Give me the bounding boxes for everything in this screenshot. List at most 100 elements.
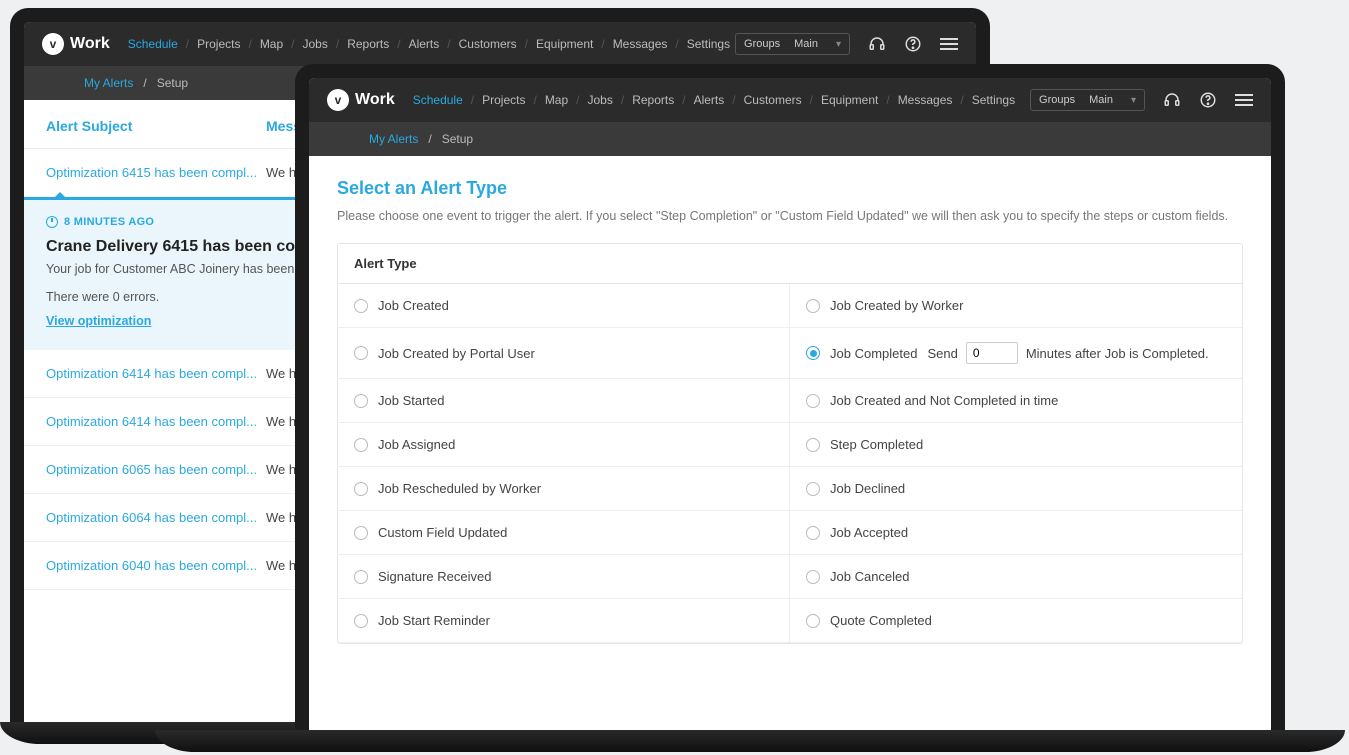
help-icon[interactable] (904, 35, 922, 53)
alert-type-option[interactable]: Job Assigned (338, 423, 790, 467)
alert-type-option[interactable]: Quote Completed (790, 599, 1242, 643)
crumb-my-alerts[interactable]: My Alerts (369, 132, 418, 146)
crumb-setup[interactable]: Setup (442, 132, 473, 146)
nav-projects[interactable]: Projects (482, 93, 525, 107)
radio-button[interactable] (806, 614, 820, 628)
radio-button[interactable] (806, 394, 820, 408)
radio-button[interactable] (354, 526, 368, 540)
nav-sep: / (802, 93, 821, 107)
alert-type-option[interactable]: Signature Received (338, 555, 790, 599)
nav-equipment[interactable]: Equipment (536, 37, 593, 51)
option-label: Step Completed (830, 437, 923, 452)
radio-button[interactable] (806, 482, 820, 496)
crumb-my-alerts[interactable]: My Alerts (84, 76, 133, 90)
alert-time-text: 8 MINUTES AGO (64, 216, 154, 228)
nav-reports[interactable]: Reports (632, 93, 674, 107)
help-icon[interactable] (1199, 91, 1217, 109)
navlinks-front: Schedule/Projects/Map/Jobs/Reports/Alert… (413, 93, 1015, 107)
nav-settings[interactable]: Settings (687, 37, 730, 51)
nav-sep: / (439, 37, 458, 51)
nav-settings[interactable]: Settings (972, 93, 1015, 107)
option-label: Quote Completed (830, 613, 932, 628)
nav-sep: / (593, 37, 612, 51)
radio-button[interactable] (806, 570, 820, 584)
option-label: Job Rescheduled by Worker (378, 481, 541, 496)
nav-customers[interactable]: Customers (744, 93, 802, 107)
nav-sep: / (613, 93, 632, 107)
option-label: Job Declined (830, 481, 905, 496)
menu-icon[interactable] (940, 35, 958, 53)
radio-button[interactable] (354, 438, 368, 452)
nav-alerts[interactable]: Alerts (694, 93, 725, 107)
radio-button[interactable] (806, 346, 820, 360)
radio-button[interactable] (354, 299, 368, 313)
group-label: Groups (744, 38, 780, 50)
nav-sep: / (517, 37, 536, 51)
group-select[interactable]: Groups Main ▾ (1030, 89, 1145, 111)
nav-jobs[interactable]: Jobs (588, 93, 613, 107)
alert-type-option[interactable]: Job Created by Worker (790, 284, 1242, 328)
headset-icon[interactable] (868, 35, 886, 53)
nav-sep: / (667, 37, 686, 51)
alert-type-option[interactable]: Job Start Reminder (338, 599, 790, 643)
alert-type-grid: Job CreatedJob Created by Worker Job Crea… (338, 284, 1242, 643)
alert-type-option[interactable]: Job Rescheduled by Worker (338, 467, 790, 511)
alert-type-page: Select an Alert Type Please choose one e… (309, 156, 1271, 734)
nav-reports[interactable]: Reports (347, 37, 389, 51)
alert-subject: Optimization 6415 has been compl... (46, 165, 266, 180)
nav-sep: / (240, 37, 259, 51)
alert-type-option[interactable]: Job CompletedSendMinutes after Job is Co… (790, 328, 1242, 379)
alert-type-option[interactable]: Custom Field Updated (338, 511, 790, 555)
alert-type-option[interactable]: Job Created (338, 284, 790, 328)
group-value: Main (1089, 94, 1113, 106)
option-label: Job Created by Portal User (378, 346, 535, 361)
topnav: v Work Schedule/Projects/Map/Jobs/Report… (24, 22, 976, 66)
radio-button[interactable] (354, 614, 368, 628)
card-header: Alert Type (338, 244, 1242, 284)
crumb-setup[interactable]: Setup (157, 76, 188, 90)
nav-sep: / (724, 93, 743, 107)
nav-alerts[interactable]: Alerts (409, 37, 440, 51)
alert-type-option[interactable]: Job Canceled (790, 555, 1242, 599)
nav-sep: / (525, 93, 544, 107)
nav-map[interactable]: Map (545, 93, 568, 107)
radio-button[interactable] (806, 526, 820, 540)
group-select[interactable]: Groups Main ▾ (735, 33, 850, 55)
nav-messages[interactable]: Messages (613, 37, 668, 51)
alert-type-option[interactable]: Step Completed (790, 423, 1242, 467)
nav-customers[interactable]: Customers (459, 37, 517, 51)
minutes-input[interactable] (966, 342, 1018, 364)
laptop-base-front (155, 730, 1345, 752)
radio-button[interactable] (806, 299, 820, 313)
page-subtitle: Please choose one event to trigger the a… (337, 209, 1243, 223)
radio-button[interactable] (354, 482, 368, 496)
alert-type-option[interactable]: Job Accepted (790, 511, 1242, 555)
nav-sep: / (463, 93, 482, 107)
option-label: Job Assigned (378, 437, 455, 452)
radio-button[interactable] (354, 570, 368, 584)
radio-button[interactable] (354, 346, 368, 360)
menu-icon[interactable] (1235, 91, 1253, 109)
alert-type-option[interactable]: Job Declined (790, 467, 1242, 511)
nav-schedule[interactable]: Schedule (128, 37, 178, 51)
nav-map[interactable]: Map (260, 37, 283, 51)
radio-button[interactable] (354, 394, 368, 408)
nav-sep: / (328, 37, 347, 51)
headset-icon[interactable] (1163, 91, 1181, 109)
nav-jobs[interactable]: Jobs (303, 37, 328, 51)
alert-type-option[interactable]: Job Started (338, 379, 790, 423)
radio-button[interactable] (806, 438, 820, 452)
nav-schedule[interactable]: Schedule (413, 93, 463, 107)
view-optimization-link[interactable]: View optimization (46, 314, 151, 328)
nav-messages[interactable]: Messages (898, 93, 953, 107)
chevron-down-icon: ▾ (1131, 95, 1136, 106)
logo-text: Work (355, 91, 395, 109)
nav-equipment[interactable]: Equipment (821, 93, 878, 107)
alert-type-option[interactable]: Job Created and Not Completed in time (790, 379, 1242, 423)
alert-type-option[interactable]: Job Created by Portal User (338, 328, 790, 379)
col-subject: Alert Subject (46, 118, 266, 134)
group-label: Groups (1039, 94, 1075, 106)
nav-projects[interactable]: Projects (197, 37, 240, 51)
nav-sep: / (283, 37, 302, 51)
nav-sep: / (952, 93, 971, 107)
